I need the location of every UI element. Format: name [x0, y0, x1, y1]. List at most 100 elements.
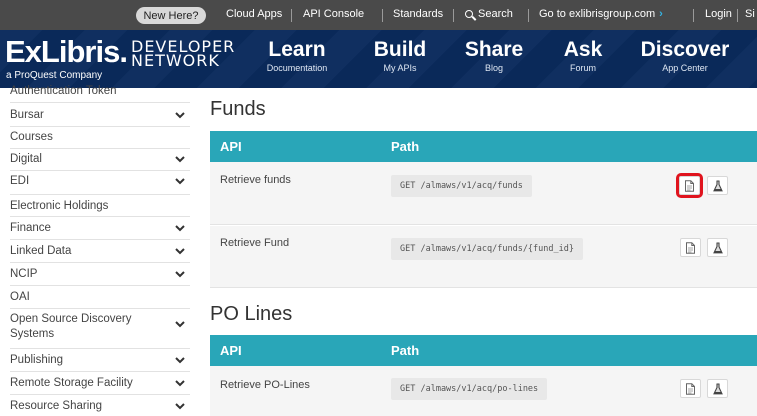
column-header-path: Path	[391, 139, 420, 154]
chevron-down-icon[interactable]	[174, 318, 186, 330]
table-row: Retrieve funds GET /almaws/v1/acq/funds	[210, 162, 757, 225]
document-icon	[686, 241, 695, 254]
nav-discover[interactable]: Discover App Center	[636, 37, 734, 74]
exlibris-site-label: Go to exlibrisgroup.com	[539, 8, 656, 20]
chevron-down-icon[interactable]	[174, 109, 186, 121]
chevron-down-icon[interactable]	[174, 175, 186, 187]
try-api-button[interactable]	[707, 379, 728, 398]
chevron-down-icon[interactable]	[174, 400, 186, 412]
table-row: Retrieve PO-Lines GET /almaws/v1/acq/po-…	[210, 366, 757, 416]
column-header-api: API	[220, 139, 242, 154]
sidebar-item-label: Publishing	[10, 354, 64, 366]
sidebar-item-label: OAI	[10, 291, 30, 303]
sidebar-item-authentication-token[interactable]: Authentication Token	[10, 83, 190, 99]
sidebar-item-label: Open Source Discovery Systems	[10, 313, 132, 340]
nav-ask[interactable]: Ask Forum	[561, 37, 605, 74]
nav-title: Learn	[268, 38, 326, 61]
document-icon	[686, 382, 695, 395]
try-api-button[interactable]	[707, 176, 728, 195]
network-word: NETWORK	[131, 51, 220, 70]
chevron-down-icon[interactable]	[174, 245, 186, 257]
nav-subtitle: Blog	[484, 63, 503, 73]
sidebar-item-label: Bursar	[10, 109, 44, 121]
chevron-down-icon[interactable]	[174, 354, 186, 366]
po-lines-table-header: API Path	[210, 335, 757, 366]
sidebar-item-linked-data[interactable]: Linked Data	[10, 240, 190, 262]
nav-title: Build	[373, 38, 427, 61]
documentation-button[interactable]	[680, 379, 701, 398]
search-label: Search	[478, 8, 513, 20]
sidebar-item-label: Resource Sharing	[10, 400, 103, 412]
sidebar-item-label: Remote Storage Facility	[10, 377, 133, 389]
nav-subtitle: Forum	[569, 63, 596, 73]
sidebar-item-oai[interactable]: OAI	[10, 286, 190, 308]
test-flask-icon	[712, 179, 723, 191]
nav-subtitle: App Center	[662, 63, 708, 73]
api-name[interactable]: Retrieve Fund	[220, 237, 289, 249]
test-flask-icon	[712, 241, 723, 253]
sidebar-item-digital[interactable]: Digital	[10, 148, 190, 170]
sidebar-item-label: Courses	[10, 131, 53, 143]
signup-link[interactable]: Si	[745, 8, 755, 20]
api-console-link[interactable]: API Console	[303, 8, 364, 20]
chevron-down-icon[interactable]	[174, 377, 186, 389]
section-title-funds: Funds	[210, 98, 266, 120]
column-header-path: Path	[391, 343, 420, 358]
divider	[10, 308, 190, 309]
chevron-down-icon[interactable]	[174, 153, 186, 165]
chevron-down-icon[interactable]	[174, 268, 186, 280]
exlibris-site-link[interactable]: Go to exlibrisgroup.com ›	[539, 8, 663, 20]
try-api-button[interactable]	[707, 238, 728, 257]
sidebar-item-edi[interactable]: EDI	[10, 170, 190, 192]
search-link[interactable]: Search	[465, 8, 513, 20]
api-sidebar: Authentication Token Bursar Courses Digi…	[0, 85, 195, 416]
nav-title: Share	[464, 38, 524, 61]
exlibris-logo[interactable]: ExLibris.	[5, 34, 128, 70]
nav-subtitle: My APIs	[383, 63, 417, 73]
sidebar-item-label: Digital	[10, 153, 42, 165]
sidebar-item-finance[interactable]: Finance	[10, 217, 190, 239]
chevron-down-icon[interactable]	[174, 222, 186, 234]
documentation-button[interactable]	[680, 238, 701, 257]
main-navigation: ExLibris. a ProQuest Company DEVELOPER N…	[0, 30, 757, 88]
developer-network-logo[interactable]: DEVELOPER NETWORK	[131, 39, 235, 70]
nav-subtitle: Documentation	[266, 63, 328, 73]
section-title-po-lines: PO Lines	[210, 303, 293, 325]
nav-title: Ask	[563, 38, 603, 61]
table-row: Retrieve Fund GET /almaws/v1/acq/funds/{…	[210, 226, 757, 288]
cloud-apps-link[interactable]: Cloud Apps	[226, 8, 282, 20]
sidebar-item-open-source-discovery[interactable]: Open Source Discovery Systems	[10, 310, 190, 344]
chevron-right-icon: ›	[659, 8, 663, 20]
api-name[interactable]: Retrieve funds	[220, 174, 291, 186]
sidebar-item-label: NCIP	[10, 268, 38, 280]
new-here-button[interactable]: New Here?	[136, 7, 206, 24]
divider	[737, 9, 738, 22]
api-name[interactable]: Retrieve PO-Lines	[220, 379, 310, 391]
sidebar-item-resource-sharing[interactable]: Resource Sharing	[10, 395, 190, 416]
login-link[interactable]: Login	[705, 8, 732, 20]
sidebar-item-publishing[interactable]: Publishing	[10, 349, 190, 371]
logo-tagline: a ProQuest Company	[6, 70, 103, 81]
funds-table-header: API Path	[210, 131, 757, 162]
divider	[10, 102, 190, 103]
divider	[528, 9, 529, 22]
divider	[453, 9, 454, 22]
nav-title: Discover	[640, 38, 730, 61]
test-flask-icon	[712, 382, 723, 394]
sidebar-item-courses[interactable]: Courses	[10, 126, 190, 148]
nav-share[interactable]: Share Blog	[464, 37, 524, 74]
documentation-button[interactable]	[676, 173, 703, 198]
sidebar-item-electronic-holdings[interactable]: Electronic Holdings	[10, 195, 190, 217]
sidebar-item-ncip[interactable]: NCIP	[10, 263, 190, 285]
sidebar-item-label: Linked Data	[10, 245, 72, 257]
divider	[693, 9, 694, 22]
standards-link[interactable]: Standards	[393, 8, 443, 20]
divider	[291, 9, 292, 22]
sidebar-item-label: Electronic Holdings	[10, 200, 109, 212]
utility-bar: New Here? Cloud Apps API Console Standar…	[0, 0, 757, 30]
nav-build[interactable]: Build My APIs	[372, 37, 428, 74]
nav-learn[interactable]: Learn Documentation	[262, 37, 332, 74]
search-icon	[465, 10, 473, 18]
sidebar-item-bursar[interactable]: Bursar	[10, 104, 190, 126]
sidebar-item-remote-storage[interactable]: Remote Storage Facility	[10, 372, 190, 394]
